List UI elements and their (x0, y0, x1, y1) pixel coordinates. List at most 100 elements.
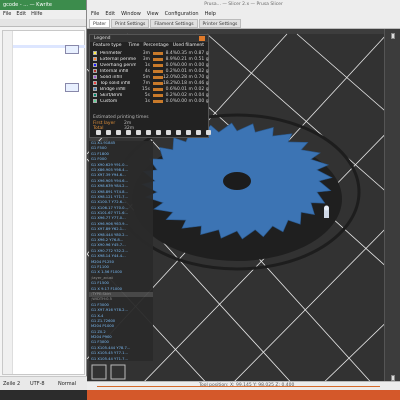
feature-time: 3m (142, 50, 150, 56)
layer-slider-upper-handle[interactable] (391, 33, 395, 39)
editor-toolbar (0, 19, 86, 27)
slicer-menubar: File Edit Window View Configuration Help (87, 9, 400, 19)
menu-help[interactable]: Help (205, 9, 216, 19)
feature-percentage-bar (153, 57, 163, 61)
feature-time: 15s (141, 86, 150, 92)
slicer-title: Prusa... — Slicer 2.x — Prusa Slicer (87, 0, 400, 9)
feature-used-filament: 0.35 m 0.87 g (177, 50, 209, 56)
layer-slider[interactable] (384, 29, 400, 390)
feature-percentage: 0.2% (165, 92, 177, 98)
status-line[interactable]: Zeile 2 (3, 381, 20, 387)
legend-row[interactable]: Overhang perimeter 1s 0.0%0.00 m 0.00 g (90, 62, 209, 68)
feature-used-filament: 0.02 m 0.04 g (177, 92, 209, 98)
tool-marker-icon[interactable] (206, 130, 211, 135)
feature-color-swatch (93, 69, 97, 73)
tool-position-readout: Tool position: X: 99.145 Y: 98.025 Z: 0.… (199, 383, 295, 388)
shells-icon[interactable] (196, 130, 201, 135)
slicer-window: Prusa... — Slicer 2.x — Prusa Slicer Fil… (87, 0, 400, 390)
legend-row[interactable]: Bridge infill 15s 0.6% 0.01 m 0.02 g (90, 86, 209, 92)
menu-file[interactable]: File (91, 9, 99, 19)
feature-percentage: 12.0% (163, 74, 178, 80)
menu-configuration[interactable]: Configuration (165, 9, 199, 19)
feature-percentage-bar (153, 93, 163, 97)
feature-name: Perimeter (100, 50, 122, 56)
feature-percentage-bar (153, 51, 163, 55)
feature-name: Solid infill (100, 74, 122, 80)
menu-help[interactable]: Hilfe (31, 10, 42, 19)
legend-row[interactable]: External perimeter 3m 8.9%0.21 m 0.51 g (90, 56, 209, 62)
estimated-times-label: Estimated printing times (93, 115, 149, 120)
editor-menubar: File Edit Hilfe (0, 10, 86, 19)
feature-percentage-bar (153, 63, 163, 67)
tab-filament-settings[interactable]: Filament Settings (150, 19, 198, 28)
feature-time: 1s (144, 62, 150, 68)
legend-row[interactable]: Perimeter 3m 8.4% 0.35 m 0.87 g (90, 50, 209, 56)
color-change-icon[interactable] (156, 130, 161, 135)
feature-color-swatch (93, 63, 97, 67)
menu-edit[interactable]: Edit (105, 9, 115, 19)
feature-percentage-bar (153, 87, 163, 91)
retraction-icon[interactable] (116, 130, 121, 135)
status-encoding[interactable]: UTF-8 (30, 381, 45, 387)
legend-header: Feature type Time Percentage Used filame… (90, 42, 208, 50)
feature-time: 5s (144, 92, 150, 98)
feature-used-filament: 0.00 m 0.00 g (177, 98, 209, 104)
status-mode[interactable]: Normal (58, 381, 76, 387)
legend-row[interactable]: Custom 1s 0.0% 0.00 m 0.00 g (90, 98, 209, 104)
gcode-listing[interactable]: G1 X1.91845 G1 F500 G1 F1800 G1 F000 G1 X90.… (89, 141, 153, 361)
taskbar-left (0, 390, 87, 400)
custom-gcode-icon[interactable] (176, 130, 181, 135)
seam-icon[interactable] (136, 130, 141, 135)
legend-panel: Legend Feature type Time Percentage Used… (89, 34, 211, 138)
gcode-line[interactable]: G1 X105.44 Y71.7... (89, 357, 153, 362)
feature-name: Overhang perimeter (100, 62, 136, 68)
legend-row[interactable]: Skirt/Brim 5s 0.2% 0.02 m 0.04 g (90, 92, 209, 98)
search-match-marker[interactable] (65, 45, 79, 54)
feature-used-filament: 0.18 m 0.46 g (177, 80, 209, 86)
tab-printer-settings[interactable]: Printer Settings (198, 19, 242, 28)
menu-edit[interactable]: Edit (16, 10, 26, 19)
feature-percentage: 8.4% (165, 50, 177, 56)
tab-print-settings[interactable]: Print Settings (111, 19, 150, 28)
move-slider[interactable]: Tool position: X: 99.145 Y: 98.025 Z: 0.… (87, 381, 400, 390)
feature-percentage-bar (153, 81, 163, 85)
feature-color-swatch (93, 75, 97, 79)
feature-used-filament: 0.00 m 0.00 g (177, 62, 209, 68)
feature-percentage-bar (153, 99, 163, 103)
editor-text-area[interactable] (2, 30, 85, 375)
feature-percentage: 0.2% (165, 68, 177, 74)
deretraction-icon[interactable] (126, 130, 131, 135)
tool-change-icon[interactable] (146, 130, 151, 135)
feature-name: Custom (100, 98, 118, 104)
feature-time: 3m (142, 56, 150, 62)
legend-col-used: Used filament (172, 43, 204, 48)
tool-position-marker (324, 205, 329, 218)
legend-row[interactable]: Solid infill 5m 12.0% 0.28 m 0.70 g (90, 74, 209, 80)
menu-view[interactable]: View (147, 9, 159, 19)
legend-col-percentage: Percentage (143, 43, 169, 48)
search-match-marker[interactable] (65, 83, 79, 92)
wipe-icon[interactable] (106, 130, 111, 135)
legend-row[interactable]: Internal infill 4s 0.2% 0.01 m 0.02 g (90, 68, 209, 74)
legend-row[interactable]: Top solid infill 7m 18.2% 0.18 m 0.46 g (90, 80, 209, 86)
legend-option-icons (96, 130, 211, 135)
tab-plater[interactable]: Plater (89, 19, 111, 28)
legend-col-time: Time (128, 43, 140, 48)
feature-used-filament: 0.21 m 0.51 g (177, 56, 209, 62)
feature-name: Internal infill (100, 68, 129, 74)
feature-color-swatch (93, 51, 97, 55)
menu-file[interactable]: File (3, 10, 11, 19)
menu-window[interactable]: Window (121, 9, 141, 19)
editor-title: gcode - ... — Kwrite (0, 0, 86, 10)
center-of-gravity-icon[interactable] (186, 130, 191, 135)
travel-icon[interactable] (96, 130, 101, 135)
feature-time: 1s (144, 98, 150, 104)
feature-name: Bridge infill (100, 86, 126, 92)
legend-collapse-button[interactable] (199, 36, 205, 41)
feature-name: Top solid infill (100, 80, 131, 86)
feature-percentage-bar (153, 69, 163, 73)
feature-percentage: 0.0% (165, 62, 177, 68)
pause-icon[interactable] (166, 130, 171, 135)
feature-color-swatch (93, 57, 97, 61)
feature-time: 4s (144, 68, 150, 74)
